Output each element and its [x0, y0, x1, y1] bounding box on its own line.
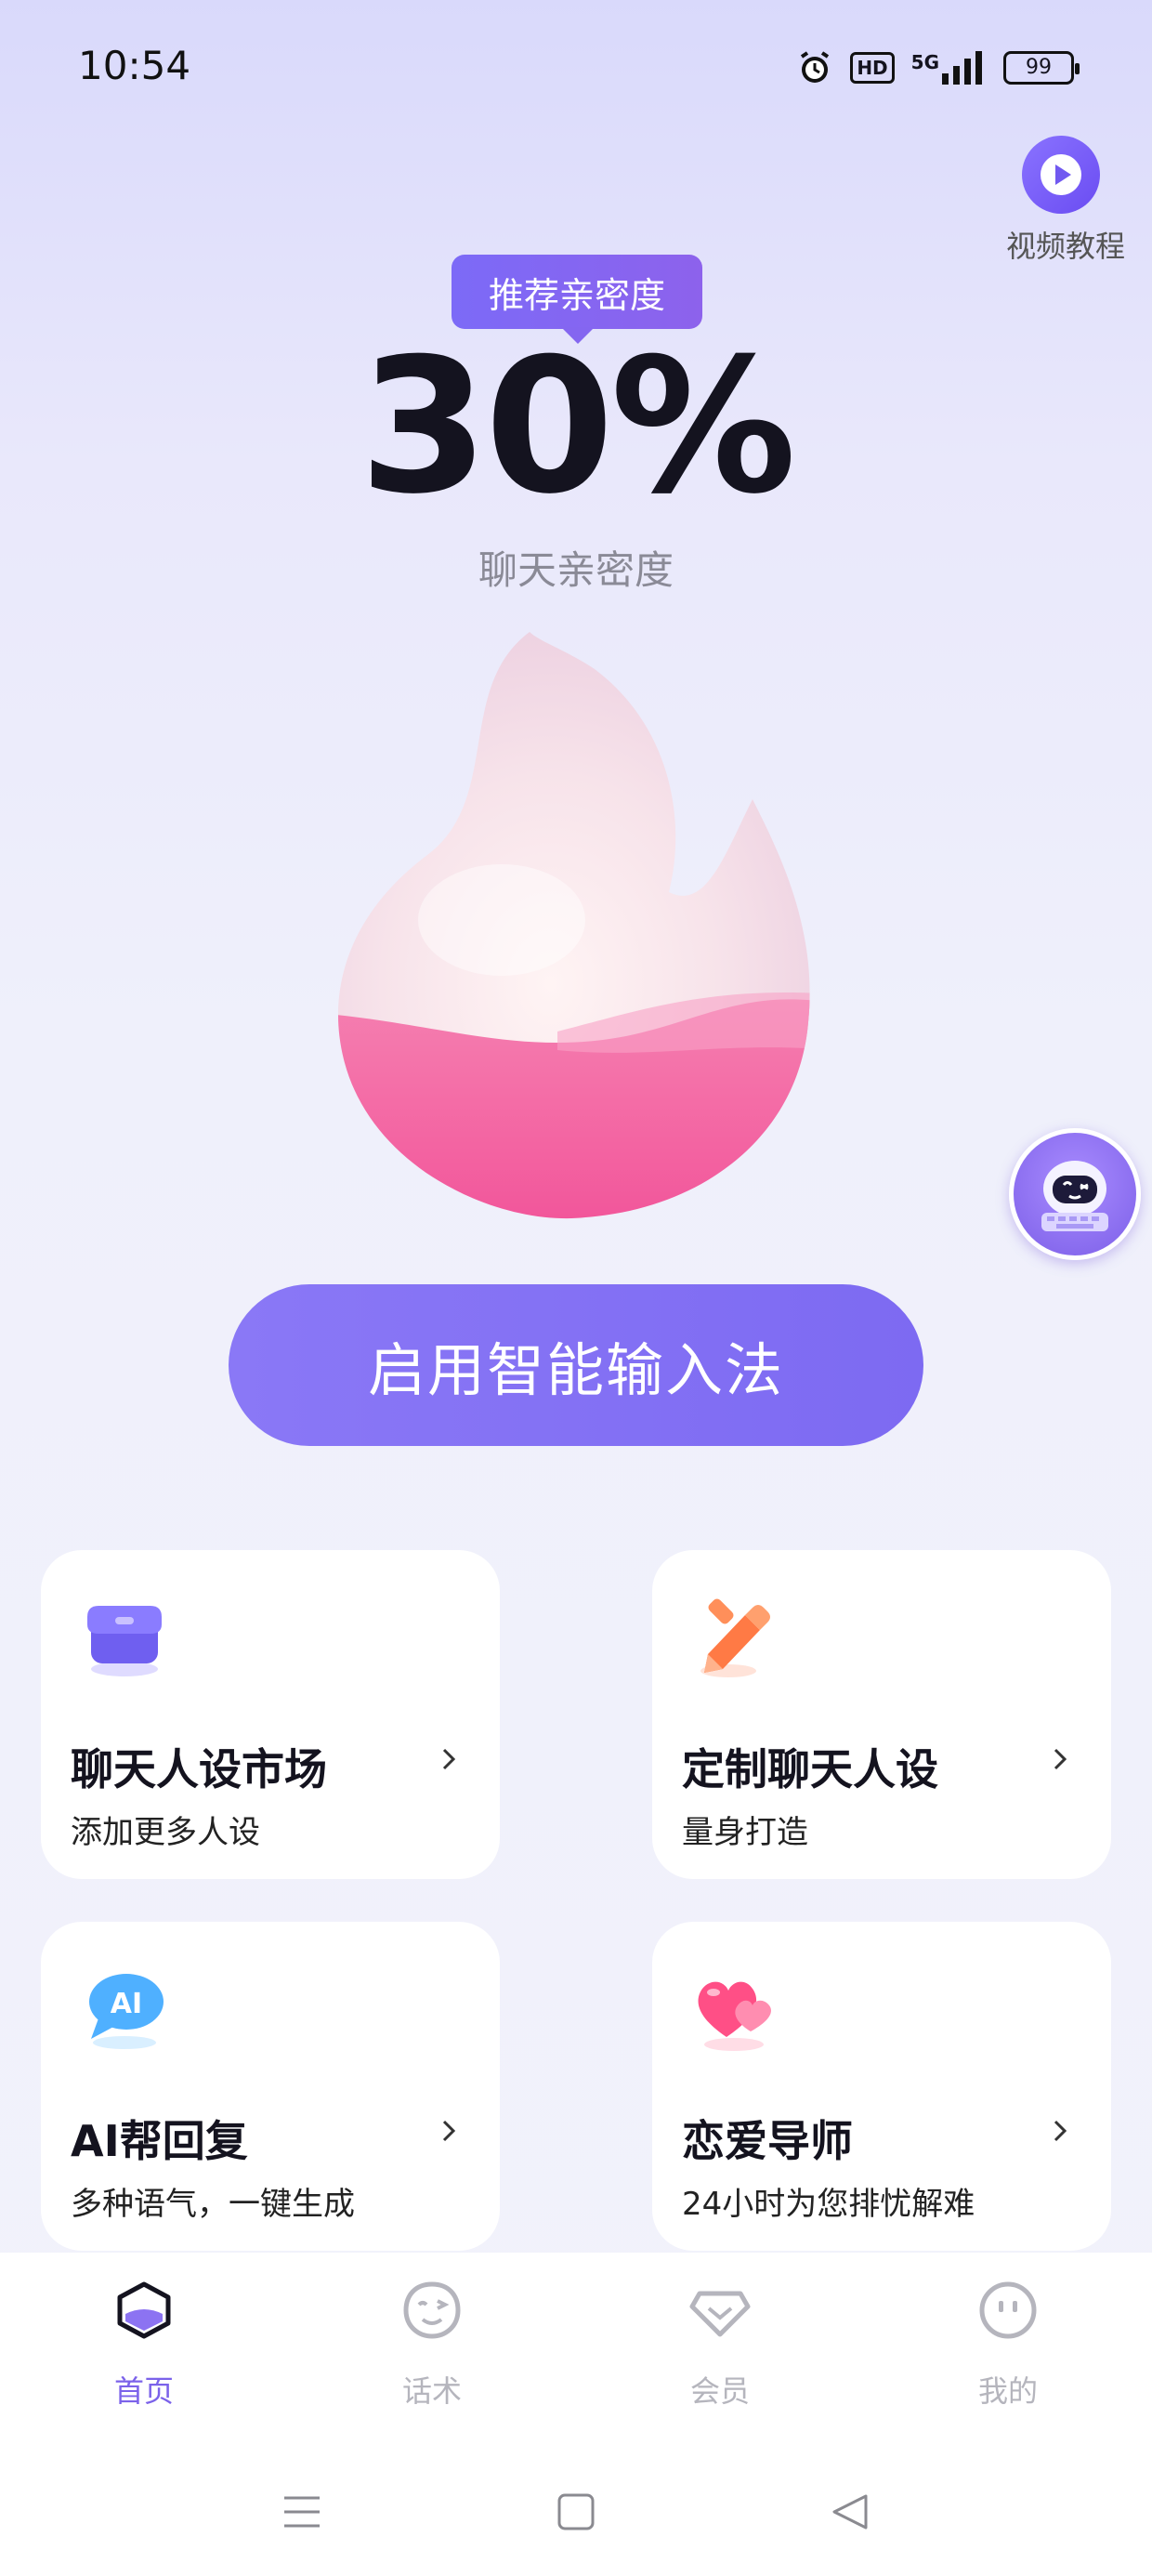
card-title: AI帮回复 — [71, 2116, 248, 2166]
play-icon — [1041, 154, 1081, 195]
network-indicator: 5G — [911, 51, 987, 85]
battery-icon: 99 — [1003, 51, 1080, 85]
intimacy-label: 聊天亲密度 — [478, 547, 674, 593]
card-subtitle: 多种语气，一键生成 — [71, 2186, 355, 2223]
recommended-intimacy-text: 推荐亲密度 — [488, 274, 665, 316]
enable-smart-ime-label: 启用智能输入法 — [367, 1336, 784, 1404]
pencil-icon — [700, 1598, 770, 1677]
diamond-icon — [689, 2291, 751, 2337]
home-square-icon[interactable] — [556, 2491, 596, 2532]
profile-face-icon — [979, 2281, 1037, 2339]
hd-badge: HD — [850, 52, 895, 84]
chevron-right-icon — [442, 1748, 456, 1770]
card-persona-market[interactable]: 聊天人设市场 添加更多人设 — [41, 1550, 500, 1879]
system-nav-bar — [0, 2448, 1152, 2576]
card-title: 定制聊天人设 — [682, 1744, 938, 1794]
card-subtitle: 量身打造 — [682, 1814, 808, 1851]
status-time: 10:54 — [78, 43, 191, 88]
nav-label: 首页 — [113, 2373, 174, 2409]
nav-membership[interactable]: 会员 — [576, 2253, 864, 2448]
card-ai-reply[interactable]: AI AI帮回复 多种语气，一键生成 — [41, 1922, 500, 2251]
card-custom-persona[interactable]: 定制聊天人设 量身打造 — [652, 1550, 1111, 1879]
nav-label: 话术 — [401, 2373, 462, 2409]
signal-icon — [942, 51, 982, 85]
back-icon[interactable] — [829, 2491, 871, 2533]
home-icon — [117, 2281, 171, 2339]
chevron-right-icon — [442, 2120, 456, 2142]
chevron-right-icon — [1054, 2120, 1067, 2142]
card-love-mentor[interactable]: 恋爱导师 24小时为您排忧解难 — [652, 1922, 1111, 2251]
card-title: 恋爱导师 — [682, 2116, 853, 2166]
video-tutorial-button[interactable] — [1022, 136, 1100, 214]
card-title: 聊天人设市场 — [71, 1744, 327, 1794]
nav-scripts[interactable]: 话术 — [288, 2253, 576, 2448]
menu-icon[interactable] — [281, 2491, 323, 2533]
bottom-nav: 首页 话术 会员 我的 — [0, 2253, 1152, 2448]
flame-illustration — [338, 632, 810, 1219]
card-subtitle: 添加更多人设 — [71, 1814, 260, 1851]
enable-smart-ime-button[interactable]: 启用智能输入法 — [229, 1284, 923, 1446]
robot-assistant-button[interactable] — [1009, 1128, 1141, 1260]
nav-label: 会员 — [689, 2373, 750, 2409]
wink-face-icon — [403, 2281, 461, 2339]
recommended-intimacy-tag: 推荐亲密度 — [452, 255, 702, 344]
nav-label: 我的 — [977, 2373, 1038, 2409]
store-icon — [87, 1606, 162, 1676]
network-type: 5G — [910, 51, 939, 73]
robot-icon — [1041, 1161, 1108, 1231]
chevron-right-icon — [1054, 1748, 1067, 1770]
hearts-icon — [698, 1981, 771, 2051]
video-tutorial-label[interactable]: 视频教程 — [996, 223, 1135, 266]
alarm-icon — [801, 51, 830, 83]
nav-profile[interactable]: 我的 — [864, 2253, 1152, 2448]
nav-home[interactable]: 首页 — [0, 2253, 288, 2448]
ai-chat-icon: AI — [89, 1974, 164, 2049]
card-subtitle: 24小时为您排忧解难 — [682, 2186, 975, 2223]
ai-icon-text: AI — [111, 1988, 142, 2020]
intimacy-percent: 30% — [359, 319, 797, 535]
status-icons: HD 5G 99 — [796, 46, 1080, 89]
